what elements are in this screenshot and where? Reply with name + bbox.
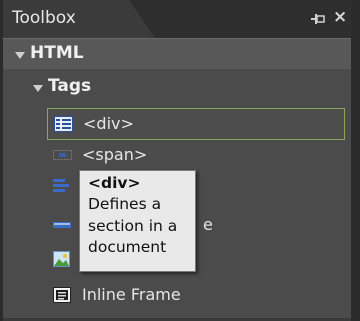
toolbox-panel: Toolbox × HTML Tags <div> <span> e Inlin… (3, 0, 351, 321)
pin-icon[interactable] (311, 12, 325, 26)
expand-arrow-icon (33, 85, 43, 92)
toolbox-item-span[interactable]: <span> (47, 140, 345, 172)
item-tooltip: <div> Defines a section in a document (79, 170, 196, 272)
iframe-icon (53, 287, 71, 303)
toolbox-tab[interactable]: Toolbox (3, 0, 155, 38)
blue-lines-icon (53, 179, 69, 192)
image-icon (53, 251, 70, 267)
expand-arrow-icon (15, 52, 25, 59)
group-tags[interactable]: Tags (3, 72, 351, 102)
toolbox-item-div[interactable]: <div> (47, 108, 345, 140)
span-tag-icon (53, 150, 72, 160)
tooltip-title: <div> (88, 174, 141, 192)
toolbox-item-label: e (203, 215, 213, 234)
toolbox-item-label: <div> (83, 114, 134, 133)
close-icon[interactable]: × (333, 9, 347, 26)
toolbox-item-label: <span> (82, 145, 148, 164)
group-tags-label: Tags (48, 76, 92, 96)
toolbox-tab-label: Toolbox (12, 8, 76, 28)
toolbox-item-label: Inline Frame (82, 285, 181, 304)
toolbox-item-inline-frame[interactable]: Inline Frame (47, 280, 345, 312)
group-html-label: HTML (30, 43, 84, 63)
tooltip-description: Defines a section in a document (88, 195, 178, 256)
panel-titlebar: Toolbox × (3, 0, 351, 38)
div-tag-icon (54, 116, 73, 132)
horizontal-rule-icon (53, 222, 71, 228)
group-html[interactable]: HTML (3, 38, 351, 69)
